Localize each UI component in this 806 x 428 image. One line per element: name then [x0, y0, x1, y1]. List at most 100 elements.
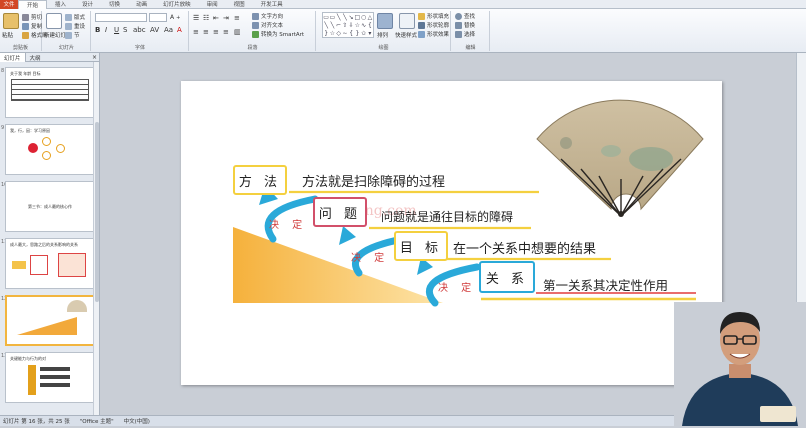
slide-thumbnail-active[interactable] — [5, 295, 95, 346]
thumbnail-title: 关键能力与行为的对 — [10, 356, 46, 361]
char-spacing-button[interactable]: AV — [150, 26, 159, 34]
tab-file[interactable]: 文件 — [0, 0, 18, 9]
align-center-icon[interactable]: ≡ — [203, 28, 209, 36]
cut-label: 剪切 — [31, 15, 43, 21]
paste-icon[interactable] — [3, 13, 19, 29]
group-paragraph: ☰ ☷ ⇤ ⇥ ≡ ≡ ≡ ≡ ≡ ▥ 文字方向 对齐文本 转换为 SmartA… — [190, 11, 316, 51]
paste-button[interactable]: 粘贴 — [2, 31, 13, 39]
shapes-gallery[interactable]: ▭ ▭ ╲ ╲ ↘ □ ○ △ ╲ ╲ ⌐ ⇧ ⇩ ☆ ∿{ } ☆ ◇ ∼{} ✩ ▾ — [322, 12, 374, 38]
bullets-icon[interactable]: ☰ — [193, 14, 199, 22]
relationship-text: 第一关系其决定性作用 — [543, 278, 669, 293]
language-status[interactable]: 中文(中国) — [124, 417, 150, 425]
font-name-select[interactable] — [95, 13, 147, 22]
tab-insert[interactable]: 插入 — [47, 0, 74, 9]
slide-thumbnail[interactable]: 关于我 年龄 目标 — [5, 67, 95, 118]
tab-transitions[interactable]: 切换 — [101, 0, 128, 9]
font-size-select[interactable] — [149, 13, 167, 22]
quick-styles-icon[interactable] — [399, 13, 415, 29]
scrollbar-thumb[interactable] — [95, 122, 99, 302]
bold-button[interactable]: B — [95, 26, 100, 34]
tab-slideshow[interactable]: 幻灯片放映 — [155, 0, 199, 9]
problem-text: 问题就是通往目标的障碍 — [381, 210, 514, 224]
align-text-button[interactable]: 对齐文本 — [252, 21, 283, 29]
drawing-group-label: 绘图 — [378, 45, 389, 51]
thumbnail-box — [58, 253, 86, 277]
font-color-button[interactable]: A — [177, 26, 182, 34]
tab-home[interactable]: 开始 — [18, 0, 48, 9]
ribbon: 粘贴 剪切 复制 格式刷 剪贴板 新建幻灯片 版式 重设 节 幻灯片 A + B … — [0, 9, 806, 53]
thumbnail-fan — [67, 300, 87, 312]
tab-view[interactable]: 视图 — [226, 0, 253, 9]
align-left-icon[interactable]: ≡ — [193, 28, 199, 36]
numbering-icon[interactable]: ☷ — [203, 14, 209, 22]
box-method[interactable]: 方 法 — [233, 165, 287, 195]
tab-slides[interactable]: 幻灯片 — [0, 53, 26, 62]
tab-developer[interactable]: 开发工具 — [253, 0, 291, 9]
quick-styles-button[interactable]: 快速样式 — [395, 31, 417, 39]
smartart-icon — [252, 30, 259, 38]
binoculars-icon — [455, 12, 462, 20]
close-icon[interactable]: × — [92, 53, 97, 61]
grow-font-icon[interactable]: A + — [170, 14, 180, 21]
fill-bucket-icon — [418, 12, 425, 20]
columns-icon[interactable]: ▥ — [234, 28, 241, 36]
panel-scrollbar[interactable] — [93, 62, 99, 415]
layout-icon — [65, 13, 72, 21]
shape-fill-label: 形状填充 — [427, 14, 450, 20]
group-font: A + B I U S abc AV Aa A 字体 — [92, 11, 189, 51]
reset-button[interactable]: 重设 — [65, 22, 85, 30]
slide-thumbnail[interactable]: 我，行，因：学习原因 — [5, 124, 95, 175]
section-button[interactable]: 节 — [65, 31, 80, 39]
shape-outline-button[interactable]: 形状轮廓 — [418, 21, 449, 29]
decision-label: 决 定 — [351, 253, 390, 264]
justify-icon[interactable]: ≡ — [223, 28, 229, 36]
editing-group-label: 编辑 — [465, 45, 476, 51]
current-slide[interactable]: itayang.com 方 法 方法就是扫除障碍的过程 问 题 问题就是通往目标… — [181, 81, 722, 385]
paragraph-group-label: 段落 — [247, 45, 258, 51]
smartart-button[interactable]: 转换为 SmartArt — [252, 30, 304, 38]
new-slide-icon[interactable] — [46, 13, 62, 29]
select-button[interactable]: 选择 — [455, 30, 475, 38]
strikethrough-button[interactable]: S — [123, 26, 127, 34]
tab-animations[interactable]: 动画 — [128, 0, 155, 9]
reset-icon — [65, 22, 72, 30]
line-spacing-icon[interactable]: ≡ — [234, 14, 240, 22]
shape-fill-button[interactable]: 形状填充 — [418, 12, 449, 20]
slide-thumbnail[interactable]: 关键能力与行为的对 — [5, 352, 95, 403]
decrease-indent-icon[interactable]: ⇤ — [213, 14, 219, 22]
box-goal[interactable]: 目 标 — [394, 231, 448, 261]
copy-icon — [22, 22, 29, 30]
tab-design[interactable]: 设计 — [74, 0, 101, 9]
brace-shape-icon[interactable]: { — [367, 21, 373, 29]
shape-outline-label: 形状轮廓 — [427, 23, 450, 29]
layout-button[interactable]: 版式 — [65, 13, 85, 21]
more-shapes-icon[interactable]: ▾ — [367, 29, 373, 37]
triangle-shape-icon[interactable]: △ — [367, 13, 373, 21]
italic-button[interactable]: I — [105, 26, 107, 34]
slide-thumbnail[interactable]: 成人最大，思路之后的关系影响的关系 — [5, 238, 95, 289]
change-case-button[interactable]: Aa — [164, 26, 173, 34]
text-direction-label: 文字方向 — [261, 14, 284, 20]
thumbnail-bar — [40, 367, 70, 371]
copy-button[interactable]: 复制 — [22, 22, 42, 30]
box-relationship[interactable]: 关 系 — [479, 261, 535, 293]
theme-status: "Office 主题" — [79, 419, 114, 425]
slide-thumbnail[interactable]: 第三节：成人最的核心作 — [5, 181, 95, 232]
find-button[interactable]: 查找 — [455, 12, 475, 20]
increase-indent-icon[interactable]: ⇥ — [223, 14, 229, 22]
cut-button[interactable]: 剪切 — [22, 13, 42, 21]
tab-review[interactable]: 审阅 — [199, 0, 226, 9]
shadow-button[interactable]: abc — [133, 26, 146, 34]
shape-effects-button[interactable]: 形状效果 — [418, 30, 449, 38]
thumbnail-bar — [40, 383, 70, 387]
align-right-icon[interactable]: ≡ — [213, 28, 219, 36]
arrange-button[interactable]: 排列 — [377, 31, 388, 39]
box-problem[interactable]: 问 题 — [313, 197, 367, 227]
section-icon — [65, 31, 72, 39]
tab-outline[interactable]: 大纲 — [26, 53, 45, 62]
underline-button[interactable]: U — [114, 26, 119, 34]
text-direction-button[interactable]: 文字方向 — [252, 12, 283, 20]
arrange-icon[interactable] — [377, 13, 393, 29]
replace-button[interactable]: 替换 — [455, 21, 475, 29]
thumbnail-table — [11, 79, 89, 101]
